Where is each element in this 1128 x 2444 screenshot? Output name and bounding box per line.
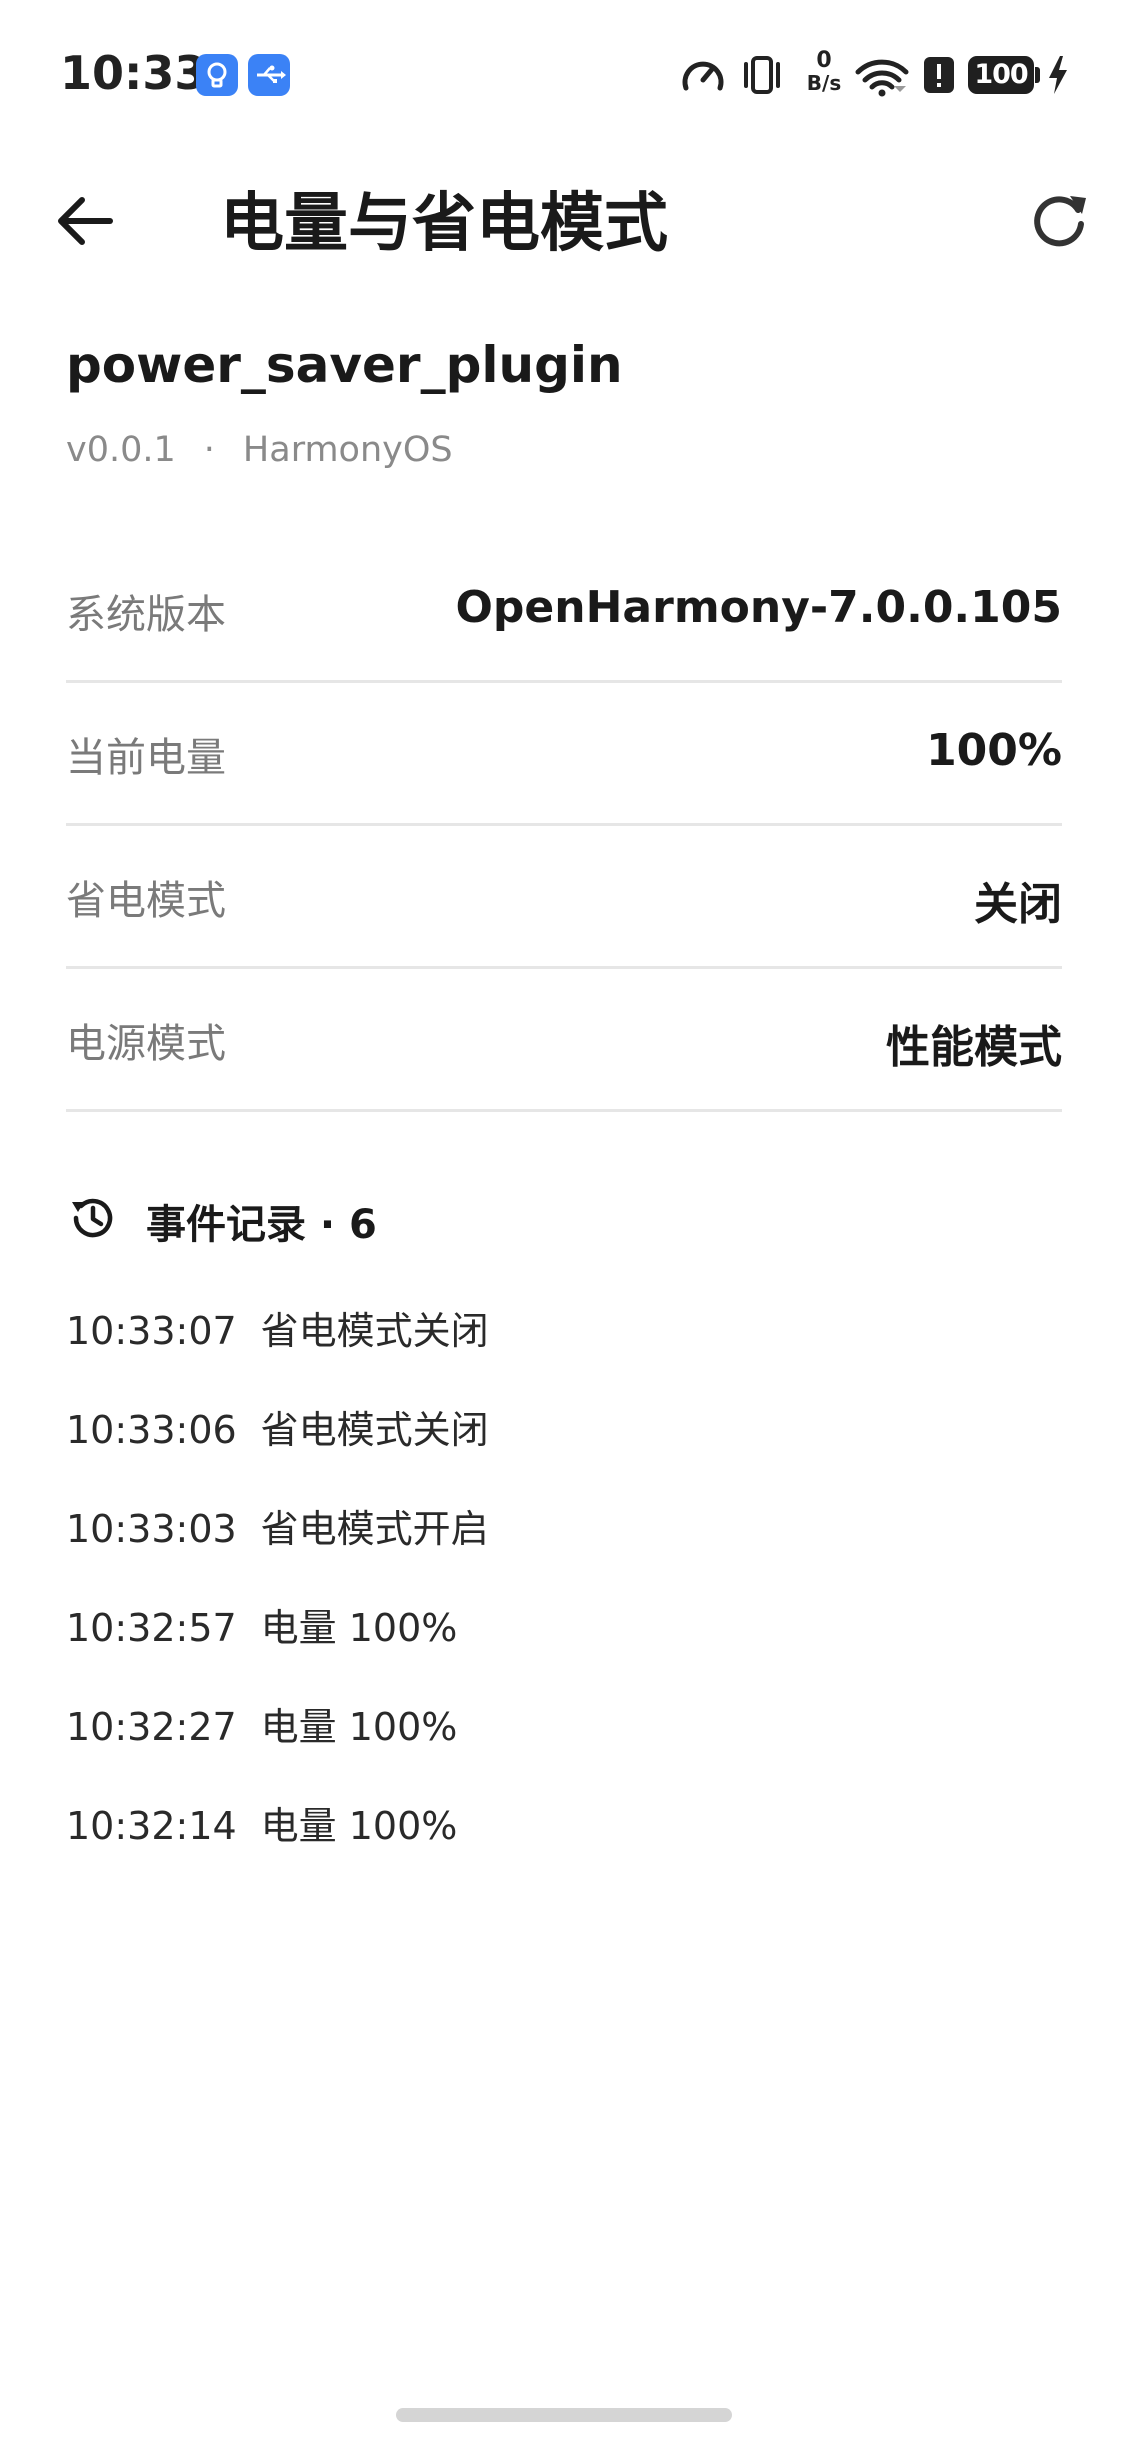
event-time: 10:33:07: [66, 1309, 237, 1353]
event-time: 10:32:27: [66, 1705, 237, 1749]
event-text: 省电模式开启: [260, 1507, 489, 1551]
wifi-icon: [855, 59, 909, 97]
event-text: 省电模式关闭: [260, 1408, 489, 1452]
status-time: 10:33: [60, 46, 207, 100]
speedometer-icon: [682, 61, 724, 91]
info-row-system-version: 系统版本 OpenHarmony-7.0.0.105: [66, 540, 1062, 683]
info-value: 100%: [926, 725, 1062, 776]
alert-icon: [924, 57, 954, 93]
event-time: 10:33:03: [66, 1507, 237, 1551]
list-item: 10:33:07 省电模式关闭: [66, 1300, 1062, 1399]
info-label: 省电模式: [66, 878, 226, 924]
charging-icon: [1049, 56, 1067, 94]
info-label: 系统版本: [66, 592, 226, 638]
info-list: 系统版本 OpenHarmony-7.0.0.105 当前电量 100% 省电模…: [66, 540, 1062, 1112]
event-time: 10:32:14: [66, 1804, 237, 1848]
home-indicator[interactable]: [396, 2408, 732, 2422]
battery-icon: 100: [968, 56, 1034, 94]
info-value: 关闭: [974, 879, 1062, 930]
usb-icon: [248, 54, 290, 96]
events-list: 10:33:07 省电模式关闭 10:33:06 省电模式关闭 10:33:03 省电…: [66, 1300, 1062, 1894]
app-bar: 电量与省电模式: [0, 150, 1128, 280]
event-time: 10:32:57: [66, 1606, 237, 1650]
refresh-button[interactable]: [1024, 186, 1094, 256]
info-row-power-saver-mode: 省电模式 关闭: [66, 826, 1062, 969]
info-label: 电源模式: [66, 1021, 226, 1067]
status-bar: 10:33 0 B/s 100: [0, 0, 1128, 150]
lightbulb-icon: [196, 54, 238, 96]
info-value: 性能模式: [886, 1022, 1062, 1073]
list-item: 10:32:27 电量 100%: [66, 1696, 1062, 1795]
info-row-power-mode: 电源模式 性能模式: [66, 969, 1062, 1112]
network-speed-icon: 0 B/s: [806, 48, 842, 95]
event-text: 电量 100%: [260, 1705, 458, 1749]
event-time: 10:33:06: [66, 1408, 237, 1452]
event-text: 省电模式关闭: [260, 1309, 489, 1353]
screen: 10:33 0 B/s 100 电量与省电模式 power_saver_plug…: [0, 0, 1128, 2444]
events-title: 事件记录 · 6: [146, 1202, 377, 1248]
list-item: 10:33:03 省电模式开启: [66, 1498, 1062, 1597]
list-item: 10:32:57 电量 100%: [66, 1597, 1062, 1696]
event-text: 电量 100%: [260, 1606, 458, 1650]
info-value: OpenHarmony-7.0.0.105: [455, 582, 1062, 633]
history-icon: [72, 1198, 113, 1238]
meta-separator: ·: [203, 430, 215, 470]
list-item: 10:33:06 省电模式关闭: [66, 1399, 1062, 1498]
network-speed-value: 0: [816, 48, 832, 73]
plugin-name: power_saver_plugin: [66, 336, 623, 394]
plugin-meta: v0.0.1 · HarmonyOS: [66, 430, 453, 470]
list-item: 10:32:14 电量 100%: [66, 1795, 1062, 1894]
info-row-battery-level: 当前电量 100%: [66, 683, 1062, 826]
plugin-version: v0.0.1: [66, 430, 176, 470]
plugin-platform: HarmonyOS: [242, 430, 453, 470]
back-button[interactable]: [50, 186, 120, 256]
network-speed-unit: B/s: [806, 71, 842, 95]
arrow-left-icon: [58, 197, 113, 245]
info-label: 当前电量: [66, 735, 226, 781]
battery-level: 100: [974, 59, 1028, 90]
vibrate-icon: [744, 56, 780, 94]
page-title: 电量与省电模式: [220, 187, 668, 261]
battery-tip: [1035, 67, 1040, 83]
refresh-icon: [1034, 196, 1086, 247]
event-text: 电量 100%: [260, 1804, 458, 1848]
